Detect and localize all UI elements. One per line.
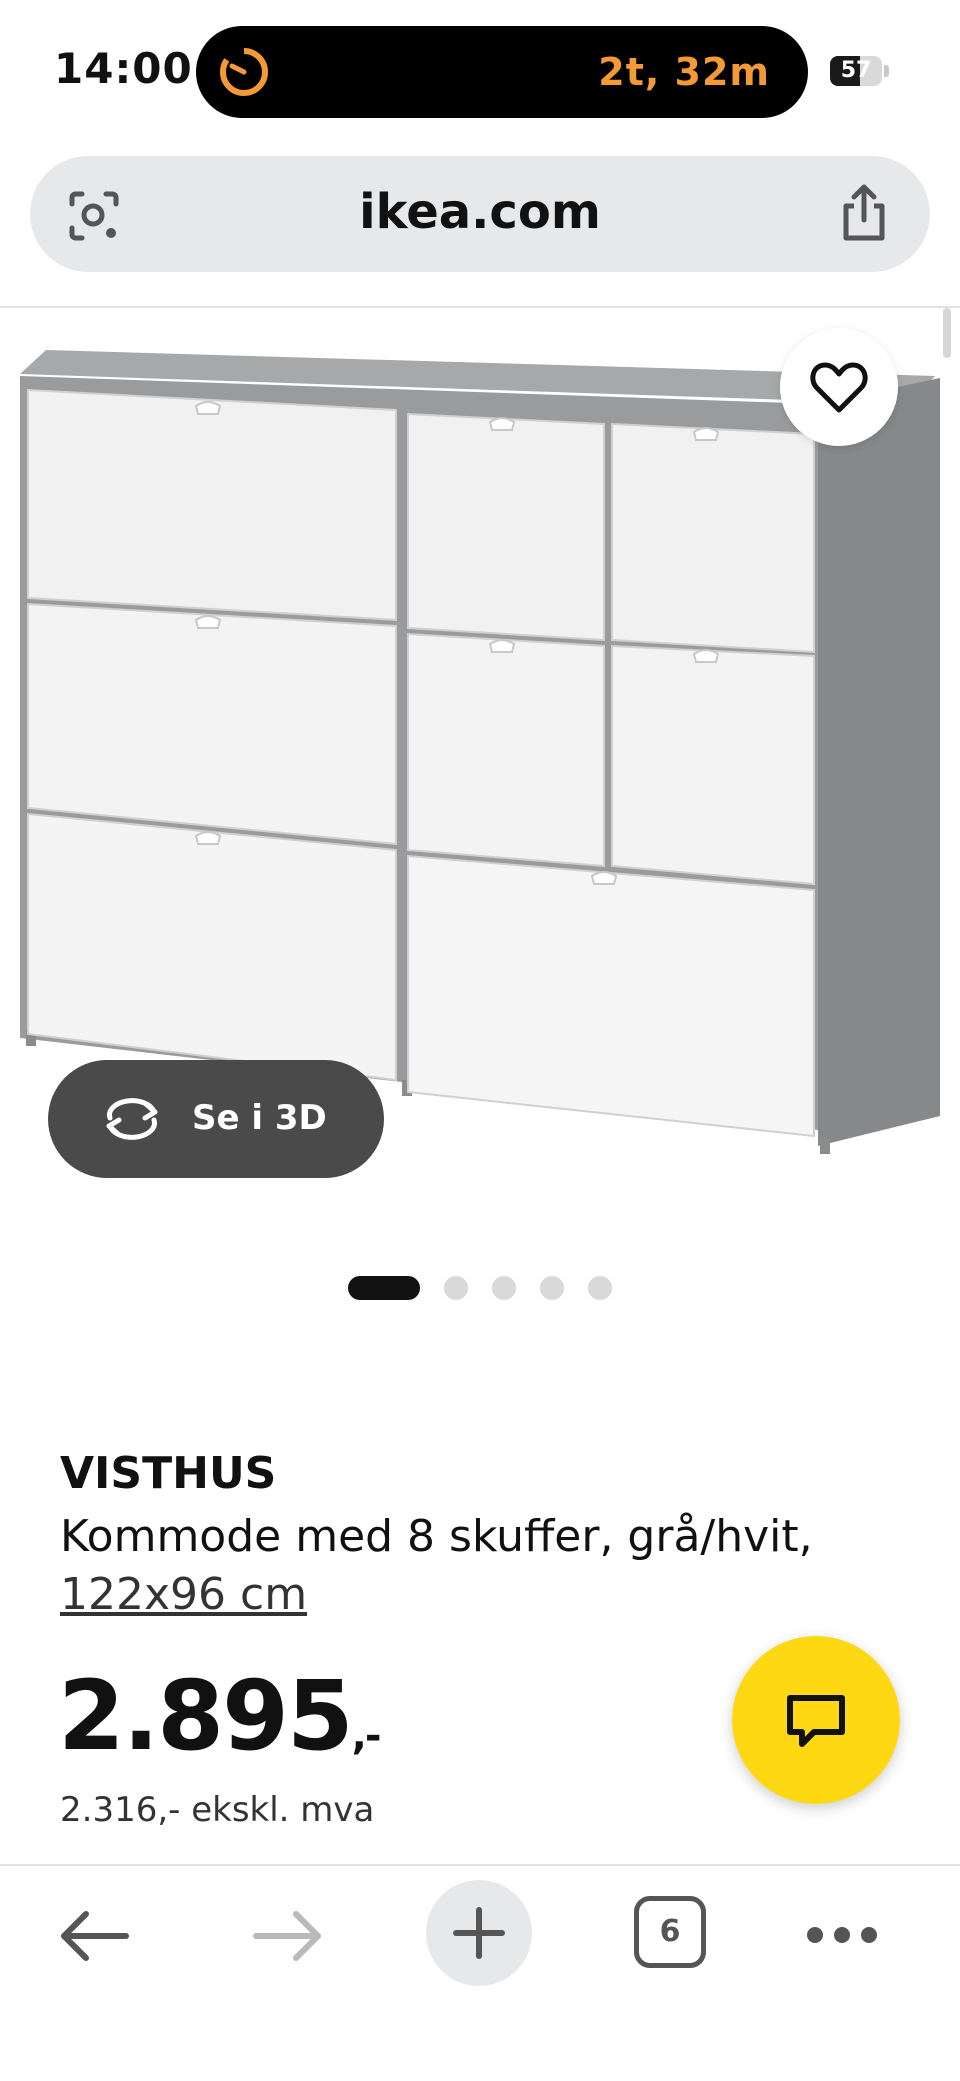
price-value: 2.895 <box>58 1660 354 1772</box>
back-arrow-icon[interactable] <box>56 1908 132 1964</box>
product-brand: VISTHUS <box>60 1448 277 1499</box>
battery-percent: 57 <box>840 58 872 83</box>
rotate-3d-icon <box>106 1098 158 1140</box>
tabs-button[interactable]: 6 <box>634 1896 706 1968</box>
carousel-dot-3[interactable] <box>492 1276 516 1300</box>
favorite-button[interactable] <box>780 328 898 446</box>
chat-icon <box>787 1695 845 1747</box>
product-description-text: Kommode med 8 skuffer, grå/hvit, <box>60 1511 813 1562</box>
url-text[interactable]: ikea.com <box>30 184 930 240</box>
timer-icon <box>220 47 268 96</box>
plus-icon <box>453 1907 505 1959</box>
battery-indicator: 57 <box>830 56 890 86</box>
dynamic-island[interactable]: 2t, 32m <box>196 26 808 118</box>
timer-text: 2t, 32m <box>598 50 770 94</box>
heart-icon <box>810 362 868 413</box>
new-tab-button[interactable] <box>426 1880 532 1986</box>
price-suffix: ,- <box>351 1713 382 1759</box>
view-3d-label: Se i 3D <box>192 1098 327 1138</box>
forward-arrow-icon[interactable] <box>250 1908 326 1964</box>
more-icon[interactable] <box>806 1926 878 1944</box>
browser-toolbar: 6 <box>0 1864 960 2081</box>
product-description: Kommode med 8 skuffer, grå/hvit, 122x96 … <box>60 1508 860 1624</box>
view-3d-button[interactable]: Se i 3D <box>48 1060 384 1178</box>
status-bar: 14:00 2t, 32m 57 <box>0 0 960 150</box>
carousel-dot-2[interactable] <box>444 1276 468 1300</box>
tabs-count: 6 <box>659 1914 681 1949</box>
share-icon[interactable] <box>836 182 892 244</box>
price-excl-vat: 2.316,- ekskl. mva <box>60 1790 375 1830</box>
product-dimensions-link[interactable]: 122x96 cm <box>60 1569 307 1620</box>
carousel-dot-1[interactable] <box>348 1276 420 1300</box>
chat-button[interactable] <box>732 1636 900 1804</box>
carousel-dot-5[interactable] <box>588 1276 612 1300</box>
address-bar[interactable]: ikea.com <box>30 156 930 272</box>
status-time: 14:00 <box>54 44 193 93</box>
product-price: 2.895,- <box>58 1660 382 1772</box>
divider <box>0 306 960 308</box>
carousel-dot-4[interactable] <box>540 1276 564 1300</box>
